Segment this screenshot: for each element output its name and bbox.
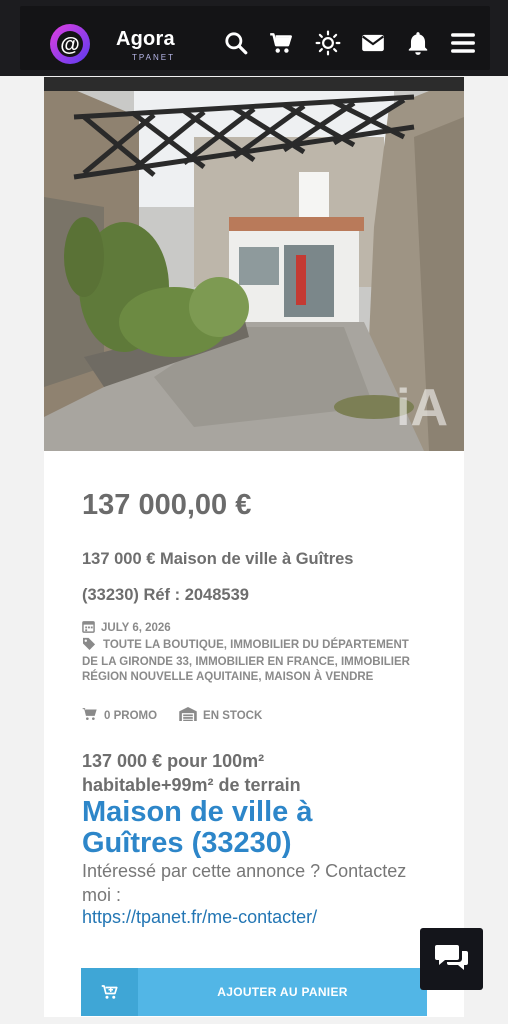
calendar-icon xyxy=(82,620,95,638)
description-intro: 137 000 € pour 100m² habitable+99m² de t… xyxy=(82,751,301,795)
add-to-cart-button[interactable]: AJOUTER AU PANIER xyxy=(81,968,427,1016)
cart-small-icon xyxy=(82,707,98,726)
product-price: 137 000,00 € xyxy=(82,489,252,521)
chat-bubbles-icon xyxy=(434,942,470,977)
product-card: iA 137 000,00 € 137 000 € Maison de vill… xyxy=(44,77,464,1017)
stock-status: EN STOCK xyxy=(203,710,263,722)
svg-text:@: @ xyxy=(60,34,80,56)
contact-prompt: Intéressé par cette annonce ? Contactez … xyxy=(82,861,407,905)
menu-icon[interactable] xyxy=(449,30,477,56)
add-to-cart-label: AJOUTER AU PANIER xyxy=(217,985,348,999)
publish-date: JULY 6, 2026 xyxy=(82,620,171,638)
search-icon[interactable] xyxy=(223,30,249,56)
cart-plus-icon xyxy=(81,968,138,1016)
agora-logo-icon[interactable]: @ xyxy=(46,20,94,68)
contact-link[interactable]: https://tpanet.fr/me-contacter/ xyxy=(82,907,317,928)
theme-sun-icon[interactable] xyxy=(315,30,341,56)
tags-icon xyxy=(82,637,97,655)
warehouse-icon xyxy=(179,707,197,726)
cart-icon[interactable] xyxy=(268,30,294,56)
top-navigation-bar: @ Agora TPANET xyxy=(0,0,508,76)
publish-date-text: JULY 6, 2026 xyxy=(101,622,171,634)
bell-icon[interactable] xyxy=(405,30,431,56)
category-links[interactable]: TOUTE LA BOUTIQUE, IMMOBILIER DU DÉPARTE… xyxy=(82,639,410,683)
header-container: @ Agora TPANET xyxy=(20,6,490,70)
mail-icon[interactable] xyxy=(360,30,386,56)
promo-count: 0 PROMO xyxy=(104,710,158,722)
photo-watermark: iA xyxy=(396,379,448,437)
category-list[interactable]: TOUTE LA BOUTIQUE, IMMOBILIER DU DÉPARTE… xyxy=(82,637,422,685)
chat-button[interactable] xyxy=(420,928,483,990)
product-status-row: 0 PROMO EN STOCK xyxy=(82,707,262,726)
product-title: 137 000 € Maison de ville à Guîtres (332… xyxy=(82,550,354,604)
description-heading: Maison de ville à Guîtres (33230) xyxy=(82,796,313,859)
logo-text: Agora xyxy=(116,28,175,50)
logo-subtitle: TPANET xyxy=(132,53,175,62)
product-photo[interactable]: iA xyxy=(44,77,464,451)
